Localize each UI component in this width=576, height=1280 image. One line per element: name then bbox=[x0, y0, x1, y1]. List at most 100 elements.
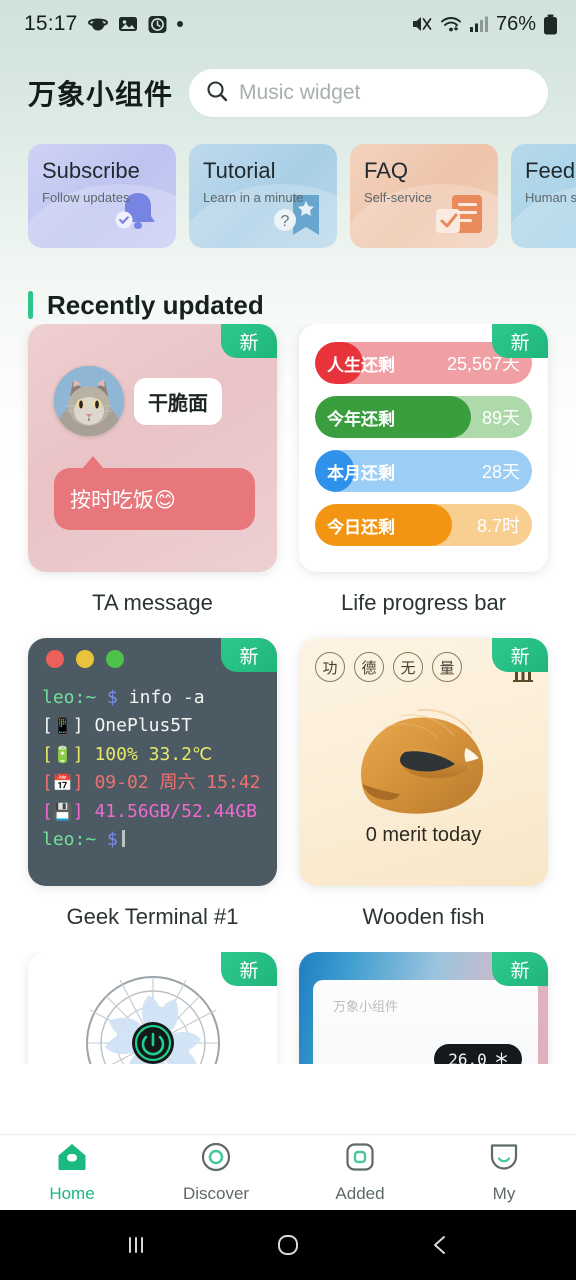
saturn-icon bbox=[87, 13, 109, 35]
terminal-line: leo:~ $ info -a bbox=[42, 684, 277, 712]
recents-icon[interactable] bbox=[123, 1232, 149, 1258]
widget-card-air-conditioner[interactable]: 新 万象小组件 26.0 bbox=[299, 952, 548, 1064]
progress-row-month: 本月还剩 28天 bbox=[315, 450, 532, 492]
ta-message-bubble: 按时吃饭😊 bbox=[54, 456, 255, 530]
nav-item-discover[interactable]: Discover bbox=[144, 1142, 288, 1204]
terminal-path: :~ bbox=[74, 829, 97, 851]
category-title: Tutorial bbox=[203, 158, 276, 183]
dot-indicator-icon bbox=[176, 21, 183, 27]
ac-temperature-display: 26.0 bbox=[434, 1044, 522, 1064]
battery-percent-label: 76% bbox=[495, 12, 536, 35]
search-bar[interactable] bbox=[189, 69, 548, 117]
terminal-text: 100% 33.2℃ bbox=[94, 743, 213, 765]
terminal-user: leo bbox=[42, 829, 75, 851]
nav-label: Discover bbox=[182, 1183, 250, 1203]
category-card-faq[interactable]: FAQ Self-service bbox=[350, 144, 498, 248]
widget-cell-life-progress: 新 人生还剩 25,567天 今年还剩 89天 本月还剩 28天 今日还剩 8.… bbox=[299, 324, 548, 638]
image-icon bbox=[118, 14, 138, 34]
widget-card-geek-terminal[interactable]: 新 leo:~ $ info -a [📱] OnePlus5T [🔋] 100%… bbox=[28, 638, 277, 886]
category-subtitle: Self-service bbox=[364, 190, 432, 205]
battery-icon bbox=[543, 14, 558, 35]
widget-card-wooden-fish[interactable]: 新 功 德 无 量 0 merit today bbox=[299, 638, 548, 886]
progress-value: 28天 bbox=[481, 462, 520, 482]
category-card-row: Subscribe Follow updates Tutorial Learn … bbox=[0, 126, 576, 248]
widget-grid-partial-row: 新 新 万象小组件 26.0 bbox=[0, 952, 576, 1064]
floppy-emoji-icon: 💾 bbox=[52, 801, 73, 821]
progress-label: 本月还剩 bbox=[327, 463, 395, 483]
calendar-emoji-icon: 📅 bbox=[52, 773, 73, 793]
status-bar-left: 15:17 bbox=[24, 12, 183, 36]
progress-label: 今年还剩 bbox=[327, 409, 395, 429]
terminal-prompt: $ bbox=[107, 687, 118, 708]
app-screen: 15:17 76% 万象小组件 Music widget Subscribe F… bbox=[0, 0, 576, 1280]
app-title: 万象小组件 bbox=[28, 79, 174, 110]
widget-grid: 新 干脆面 按时吃饭😊 TA message 新 人生还剩 25,567天 今年… bbox=[0, 324, 576, 952]
new-badge: 新 bbox=[221, 952, 277, 986]
terminal-line: [📅] 09-02 周六 15:42 bbox=[42, 772, 261, 794]
nav-item-my[interactable]: My bbox=[432, 1142, 576, 1204]
snowflake-icon bbox=[495, 1050, 508, 1064]
section-title: Recently updated bbox=[47, 289, 264, 320]
category-card-tutorial[interactable]: Tutorial Learn in a minute ? bbox=[189, 144, 337, 248]
category-card-subscribe[interactable]: Subscribe Follow updates bbox=[28, 144, 176, 248]
battery-emoji-icon: 🔋 bbox=[52, 744, 73, 764]
widget-cell-wooden-fish: 新 功 德 无 量 0 merit today Wooden fish bbox=[299, 638, 548, 952]
progress-label: 人生还剩 bbox=[327, 355, 395, 375]
new-badge: 新 bbox=[492, 952, 548, 986]
ac-temperature-value: 26.0 bbox=[448, 1049, 487, 1065]
terminal-text: 41.56GB/52.44GB bbox=[94, 800, 258, 822]
widget-cell-ta-message: 新 干脆面 按时吃饭😊 TA message bbox=[28, 324, 277, 638]
terminal-cursor bbox=[121, 830, 125, 848]
merit-tag: 无 bbox=[393, 652, 423, 682]
terminal-maximize-dot-icon bbox=[106, 650, 124, 668]
category-card-feedback[interactable]: Feedback Human service bbox=[511, 144, 576, 248]
merit-count-label: 0 merit today bbox=[365, 824, 482, 846]
category-title: Feedback bbox=[525, 158, 576, 183]
category-subtitle: Learn in a minute bbox=[203, 190, 304, 205]
nav-item-home[interactable]: Home bbox=[0, 1142, 144, 1204]
signal-icon bbox=[469, 15, 489, 33]
ta-name-label: 干脆面 bbox=[134, 377, 222, 425]
wifi-icon bbox=[440, 14, 462, 34]
profile-icon bbox=[488, 1142, 520, 1177]
widget-card-life-progress[interactable]: 新 人生还剩 25,567天 今年还剩 89天 本月还剩 28天 今日还剩 8.… bbox=[299, 324, 548, 572]
phone-emoji-icon: 📱 bbox=[52, 716, 73, 736]
terminal-text: OnePlus5T bbox=[94, 715, 192, 737]
terminal-line: [💾] 41.56GB/52.44GB bbox=[42, 800, 258, 822]
mute-icon bbox=[411, 14, 433, 34]
terminal-prompt: $ bbox=[107, 829, 118, 851]
ac-brand-watermark: 万象小组件 bbox=[333, 999, 399, 1014]
progress-label: 今日还剩 bbox=[327, 517, 395, 537]
merit-tag: 功 bbox=[315, 652, 345, 682]
section-accent-bar bbox=[28, 291, 33, 319]
category-title: FAQ bbox=[364, 158, 409, 183]
progress-row-year: 今年还剩 89天 bbox=[315, 396, 532, 438]
cat-avatar bbox=[54, 366, 124, 436]
widget-grid-scroll[interactable]: 新 干脆面 按时吃饭😊 TA message 新 人生还剩 25,567天 今年… bbox=[0, 324, 576, 952]
terminal-output: leo:~ $ info -a [📱] OnePlus5T [🔋] 100% 3… bbox=[28, 680, 277, 855]
category-subtitle: Human service bbox=[525, 190, 576, 205]
status-bar-right: 76% bbox=[411, 13, 558, 36]
wooden-fish-illustration bbox=[299, 688, 548, 818]
nav-label: Home bbox=[49, 1183, 95, 1203]
terminal-line: leo:~ $ bbox=[42, 826, 277, 854]
search-input[interactable] bbox=[239, 81, 532, 105]
terminal-close-dot-icon bbox=[46, 650, 64, 668]
alarm-icon bbox=[147, 14, 168, 35]
search-icon bbox=[205, 79, 229, 108]
system-navigation-bar bbox=[0, 1210, 576, 1280]
widget-caption: Geek Terminal #1 bbox=[66, 904, 239, 929]
svg-text:?: ? bbox=[281, 213, 290, 230]
progress-row-today: 今日还剩 8.7时 bbox=[315, 504, 532, 546]
nav-label: Added bbox=[335, 1183, 385, 1203]
progress-value: 89天 bbox=[481, 408, 520, 428]
new-badge: 新 bbox=[492, 324, 548, 358]
terminal-text: 09-02 周六 15:42 bbox=[94, 772, 261, 794]
widget-card-ta-message[interactable]: 新 干脆面 按时吃饭😊 bbox=[28, 324, 277, 572]
nav-item-added[interactable]: Added bbox=[288, 1142, 432, 1204]
home-circle-icon[interactable] bbox=[274, 1231, 302, 1259]
widget-card-fan[interactable]: 新 bbox=[28, 952, 277, 1064]
new-badge: 新 bbox=[221, 638, 277, 672]
section-header-recently-updated: Recently updated bbox=[0, 248, 576, 324]
back-icon[interactable] bbox=[427, 1232, 453, 1258]
